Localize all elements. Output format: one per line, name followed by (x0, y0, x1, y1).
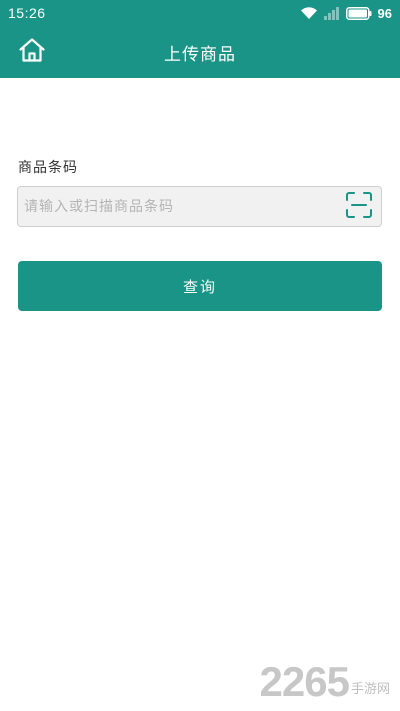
barcode-label: 商品条码 (18, 160, 78, 176)
barcode-field (17, 186, 382, 227)
barcode-input[interactable] (18, 187, 341, 226)
app-header: 上传商品 (0, 26, 400, 78)
battery-level: 96 (377, 5, 392, 21)
wifi-icon (300, 6, 318, 20)
upload-product-screen: 15:26 96 上传商品 商品条码 请输入或扫描商品条码 查询 2265 手游… (0, 0, 400, 711)
watermark-number: 2265 (259, 658, 350, 705)
status-bar: 15:26 96 (0, 0, 400, 26)
status-time: 15:26 (8, 5, 46, 21)
signal-icon (323, 6, 340, 20)
watermark: 2265 手游网 (260, 661, 390, 703)
status-icons: 96 (300, 6, 392, 21)
home-icon (18, 37, 46, 67)
watermark-text: 手游网 (350, 682, 390, 697)
home-button[interactable] (14, 36, 50, 68)
battery-icon (345, 6, 372, 20)
query-button[interactable]: 查询 (18, 261, 382, 311)
page-title: 上传商品 (164, 44, 236, 65)
scan-button[interactable] (341, 189, 377, 225)
scan-icon (345, 191, 373, 223)
